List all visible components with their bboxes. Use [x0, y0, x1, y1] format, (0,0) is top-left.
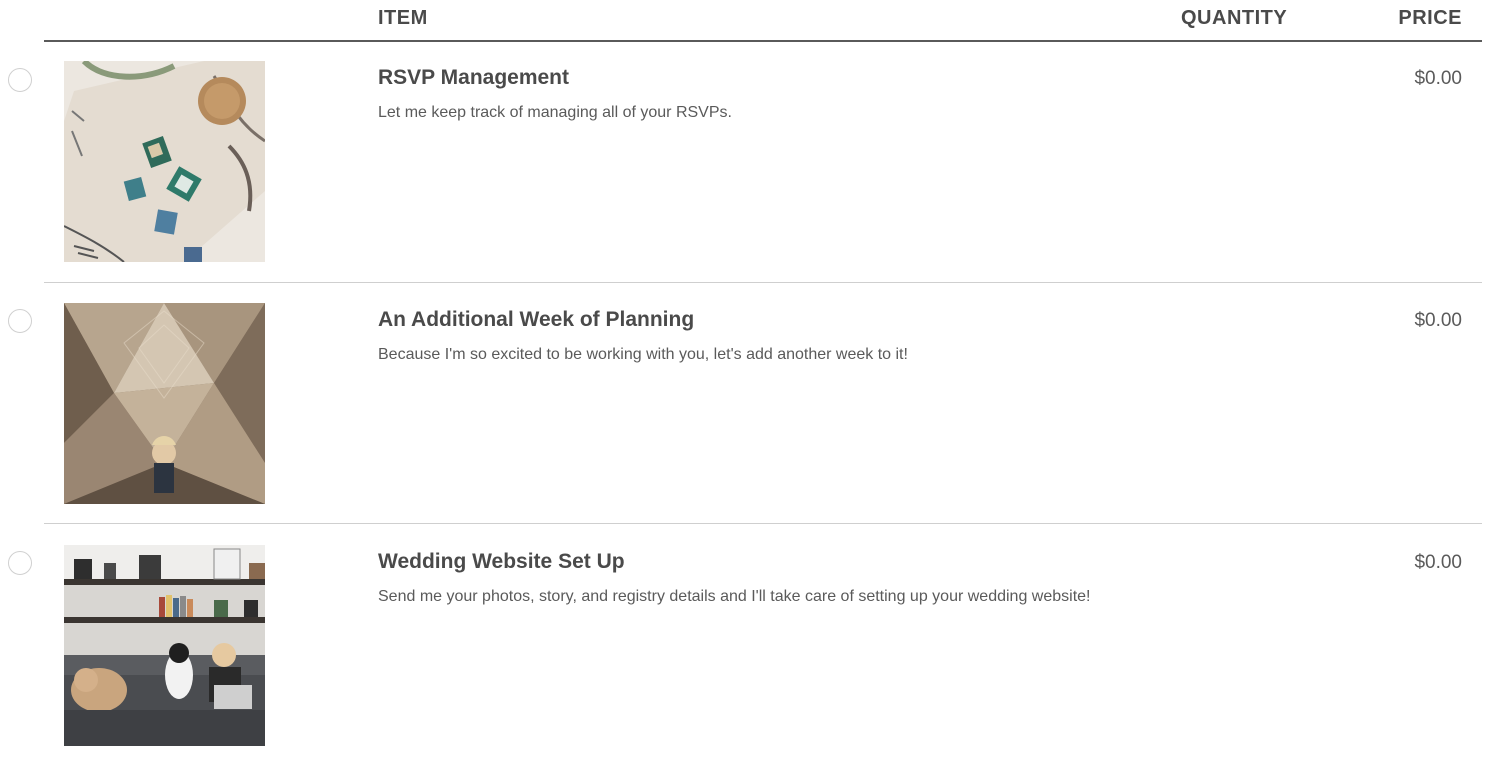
table-row: An Additional Week of Planning Because I…: [0, 303, 1493, 524]
header-item: ITEM: [378, 7, 428, 29]
item-photo: [64, 61, 265, 262]
item-title: An Additional Week of Planning: [378, 308, 695, 331]
select-radio[interactable]: [8, 68, 32, 92]
table-row: Wedding Website Set Up Send me your phot…: [0, 545, 1493, 763]
item-price: $0.00: [1414, 310, 1462, 331]
item-description: Send me your photos, story, and registry…: [378, 588, 1091, 605]
select-radio[interactable]: [8, 551, 32, 575]
couch-laptop-photo-icon: [64, 545, 265, 746]
item-description: Because I'm so excited to be working wit…: [378, 346, 908, 363]
cart-table: ITEM QUANTITY PRICE RSVP Management Let …: [0, 0, 1493, 763]
geometric-wood-photo-icon: [64, 303, 265, 504]
flatlay-photo-icon: [64, 61, 265, 262]
select-radio[interactable]: [8, 309, 32, 333]
item-title: Wedding Website Set Up: [378, 550, 625, 573]
item-title: RSVP Management: [378, 66, 569, 89]
header-price: PRICE: [1398, 7, 1462, 29]
table-row: RSVP Management Let me keep track of man…: [0, 61, 1493, 283]
table-header: ITEM QUANTITY PRICE: [44, 0, 1482, 42]
item-description: Let me keep track of managing all of you…: [378, 104, 732, 121]
item-price: $0.00: [1414, 68, 1462, 89]
item-photo: [64, 303, 265, 504]
item-photo: [64, 545, 265, 746]
header-quantity: QUANTITY: [1181, 7, 1288, 29]
item-price: $0.00: [1414, 552, 1462, 573]
